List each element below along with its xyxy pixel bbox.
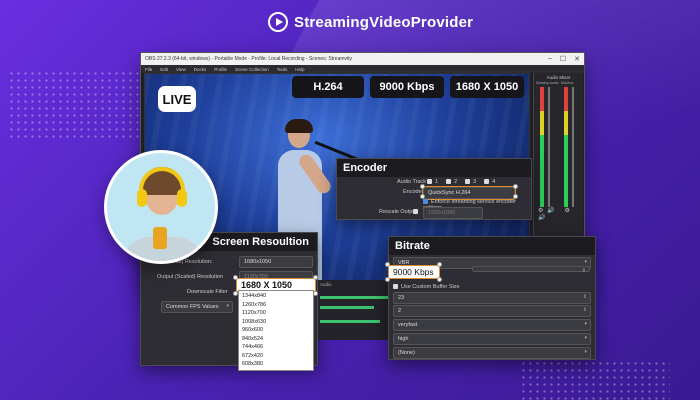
menu-view[interactable]: View [176,67,186,72]
dot-pattern [520,360,670,400]
dot-pattern [8,70,158,140]
resolution-option[interactable]: 1008x630 [242,318,310,327]
base-resolution-select[interactable]: 1680x1050 [239,256,313,268]
resolution-dropdown-list: 1344x840 1260x786 1120x700 1008x630 960x… [238,290,314,371]
volume-fader[interactable] [548,87,550,207]
track-3[interactable]: 3 [465,179,476,185]
close-icon[interactable]: ✕ [574,55,580,63]
level-meter [564,87,568,207]
rescale-checkbox[interactable] [413,209,421,215]
live-badge: LIVE [158,86,196,112]
phone-icon [153,227,167,249]
custom-buffer-checkbox[interactable]: Use Custom Buffer Size [393,284,460,290]
bitrate-value-field[interactable]: 9000 Kbps [388,265,440,279]
maximize-icon[interactable]: ☐ [560,55,566,63]
audio-timeline: Audio [318,280,390,340]
resolution-option[interactable]: 1344x840 [242,292,310,301]
rescale-label: Rescale Output [379,209,417,215]
codec-badge: H.264 [292,76,364,98]
menu-tools[interactable]: Tools [277,67,288,72]
track-4[interactable]: 4 [484,179,495,185]
resolution-option[interactable]: 672x420 [242,352,310,361]
level-meter [540,87,544,207]
resolution-option[interactable]: 744x466 [242,343,310,352]
encoder-title: Encoder [337,159,531,177]
bitrate-panel: Bitrate VBR ▾ Use Custom Buffer Size 23 ⇕ … [388,236,596,360]
brand-name: StreamingVideoProvider [294,13,474,31]
encoder-panel: Encoder Audio Track 1 2 3 4 Encoder Quic… [336,158,532,220]
track-1[interactable]: 1 [427,179,438,185]
menu-docks[interactable]: Docks [194,67,207,72]
headphones-icon [139,167,185,191]
menu-edit[interactable]: Edit [160,67,168,72]
resolution-option[interactable]: 1120x700 [242,309,310,318]
output-resolution-label: Output (Scaled) Resolution [157,274,224,280]
resolution-option[interactable]: 840x524 [242,335,310,344]
timeline-label: Audio [320,282,332,287]
mixer-channel-desktop: Desktop Audio [536,81,559,85]
tune-select[interactable]: (None) ▾ [393,347,591,359]
play-icon [268,12,288,32]
bitrate-title: Bitrate [389,237,595,255]
resolution-option[interactable]: 1260x786 [242,301,310,310]
listener-avatar [104,150,218,264]
track-2[interactable]: 2 [446,179,457,185]
profile-select[interactable]: high ▾ [393,333,591,345]
menu-bar: File Edit View Docks Profile Scene Colle… [141,65,584,73]
audio-track-options: 1 2 3 4 [427,179,495,185]
title-bar: OBS 27.2.3 (64-bit, windows) - Portable … [141,53,584,65]
encoder-select[interactable]: QuickSync H.264 [422,186,516,200]
bitrate-field-bg: ⇕ [472,266,590,274]
menu-scene-collection[interactable]: Scene Collection [235,67,269,72]
downscale-label: Downscale Filter [187,289,228,295]
resolution-badge: 1680 X 1050 [450,76,524,98]
bitrate-badge: 9000 Kbps [370,76,444,98]
menu-profile[interactable]: Profile [214,67,227,72]
mixer-title: Audio Mixer [546,75,571,80]
volume-fader[interactable] [572,87,574,207]
brand-logo: StreamingVideoProvider [268,12,473,32]
resolution-option[interactable]: 960x600 [242,326,310,335]
mixer-gear-icon[interactable]: ⚙🔊 ⚙🔊 [538,207,583,221]
resolution-option[interactable]: 608x380 [242,360,310,369]
menu-help[interactable]: Help [295,67,304,72]
keyframe-field[interactable]: 23 ⇕ [393,292,591,304]
mixer-channel-mic: Mic/Aux [561,81,574,85]
preset-select[interactable]: veryfast ▾ [393,319,591,331]
bframes-field[interactable]: 2 ⇕ [393,305,591,317]
rescale-select[interactable]: 1920x1080 [423,207,483,219]
menu-file[interactable]: File [145,67,152,72]
minimize-icon[interactable]: – [548,55,552,63]
fps-select[interactable]: Common FPS Values ▾ [161,301,233,313]
window-title: OBS 27.2.3 (64-bit, windows) - Portable … [145,56,353,62]
